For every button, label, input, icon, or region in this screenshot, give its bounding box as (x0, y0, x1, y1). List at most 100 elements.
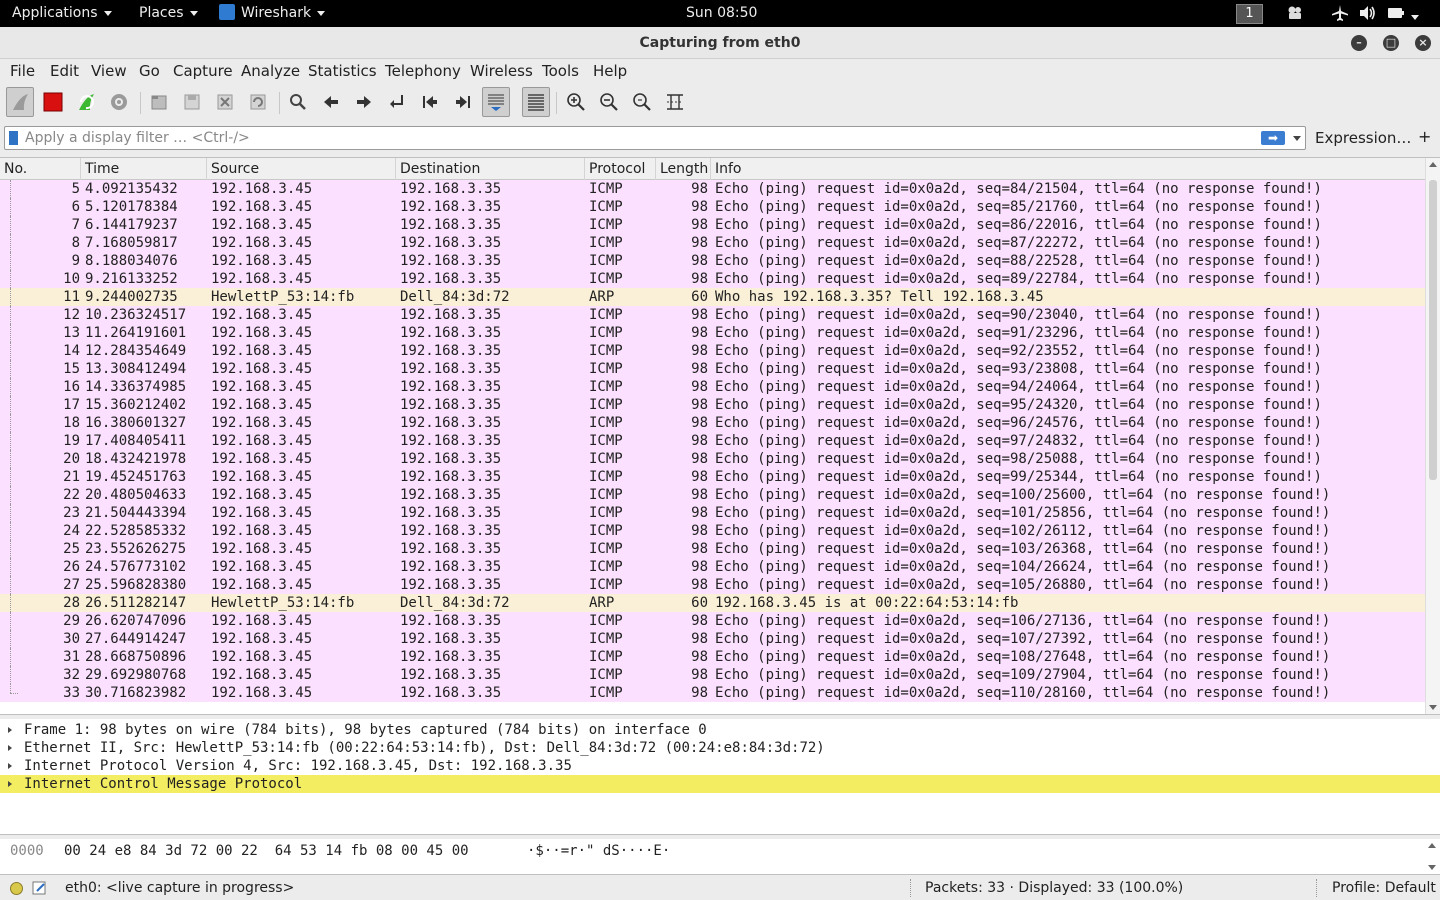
packet-row[interactable]: 22 20.480504633 192.168.3.45 192.168.3.35 IC… (0, 486, 1425, 504)
column-header-source[interactable]: Source (207, 158, 396, 180)
menu-wireless[interactable]: Wireless (470, 62, 533, 80)
packet-row[interactable]: 7 6.144179237 192.168.3.45 192.168.3.35 ICMP… (0, 216, 1425, 234)
packet-row[interactable]: 25 23.552626275 192.168.3.45 192.168.3.35 IC… (0, 540, 1425, 558)
filter-field[interactable]: ➡ (4, 126, 1306, 150)
airplane-mode-icon[interactable] (1331, 0, 1349, 27)
packet-row[interactable]: 8 7.168059817 192.168.3.45 192.168.3.35 ICMP… (0, 234, 1425, 252)
packet-row[interactable]: 16 14.336374985 192.168.3.45 192.168.3.35 IC… (0, 378, 1425, 396)
packet-row[interactable]: 18 16.380601327 192.168.3.45 192.168.3.35 IC… (0, 414, 1425, 432)
capture-comment-icon[interactable] (32, 880, 48, 896)
volume-icon[interactable] (1359, 0, 1377, 27)
menu-statistics[interactable]: Statistics (308, 62, 377, 80)
packet-list-scrollbar[interactable] (1425, 158, 1440, 714)
apply-filter-arrow-icon[interactable]: ➡ (1261, 131, 1285, 145)
menu-edit[interactable]: Edit (50, 62, 79, 80)
zoom-out-icon[interactable] (595, 87, 623, 117)
first-packet-icon[interactable] (416, 87, 444, 117)
menu-help[interactable]: Help (593, 62, 627, 80)
bookmark-icon[interactable] (9, 131, 18, 145)
packet-row[interactable]: 29 26.620747096 192.168.3.45 192.168.3.35 IC… (0, 612, 1425, 630)
packet-row[interactable]: 32 29.692980768 192.168.3.45 192.168.3.35 IC… (0, 666, 1425, 684)
restart-capture-icon[interactable] (72, 87, 100, 117)
filter-history-dropdown-icon[interactable] (1293, 136, 1301, 141)
scroll-up-icon[interactable] (1429, 162, 1437, 167)
autoscroll-icon[interactable] (482, 87, 510, 117)
menu-capture[interactable]: Capture (173, 62, 233, 80)
find-packet-icon[interactable] (284, 87, 312, 117)
close-button[interactable]: × (1415, 35, 1431, 51)
colorize-icon[interactable] (522, 87, 550, 117)
scroll-up-icon[interactable] (1428, 843, 1436, 848)
capture-options-icon[interactable] (105, 87, 133, 117)
stop-capture-icon[interactable] (39, 87, 67, 117)
bytes-hex[interactable]: 00 24 e8 84 3d 72 00 22 64 53 14 fb 08 0… (64, 842, 469, 860)
menu-view[interactable]: View (91, 62, 127, 80)
scrollbar-thumb[interactable] (1429, 180, 1437, 480)
detail-row-ipv4[interactable]: Internet Protocol Version 4, Src: 192.16… (0, 757, 1440, 775)
applications-menu[interactable]: Applications (12, 0, 112, 27)
expand-arrow-icon[interactable] (8, 727, 12, 733)
display-filter-input[interactable] (25, 127, 1255, 149)
packet-row[interactable]: 30 27.644914247 192.168.3.45 192.168.3.35 IC… (0, 630, 1425, 648)
menu-file[interactable]: File (10, 62, 35, 80)
menu-go[interactable]: Go (139, 62, 160, 80)
packet-row[interactable]: 26 24.576773102 192.168.3.45 192.168.3.35 IC… (0, 558, 1425, 576)
open-file-icon[interactable] (145, 87, 173, 117)
packet-row[interactable]: 28 26.511282147 HewlettP_53:14:fb Dell_84:3… (0, 594, 1425, 612)
maximize-button[interactable]: □ (1383, 35, 1399, 51)
packet-row[interactable]: 10 9.216133252 192.168.3.45 192.168.3.35 ICM… (0, 270, 1425, 288)
power-menu[interactable] (1387, 0, 1419, 27)
packet-row[interactable]: 14 12.284354649 192.168.3.45 192.168.3.35 IC… (0, 342, 1425, 360)
close-file-icon[interactable] (211, 87, 239, 117)
expand-arrow-icon[interactable] (8, 763, 12, 769)
detail-row-icmp[interactable]: Internet Control Message Protocol (0, 775, 1440, 793)
reload-file-icon[interactable] (244, 87, 272, 117)
packet-row[interactable]: 21 19.452451763 192.168.3.45 192.168.3.35 IC… (0, 468, 1425, 486)
video-icon[interactable] (1287, 0, 1305, 27)
last-packet-icon[interactable] (449, 87, 477, 117)
packet-row[interactable]: 6 5.120178384 192.168.3.45 192.168.3.35 ICMP… (0, 198, 1425, 216)
packet-row[interactable]: 19 17.408405411 192.168.3.45 192.168.3.35 IC… (0, 432, 1425, 450)
packet-row[interactable]: 5 4.092135432 192.168.3.45 192.168.3.35 ICMP… (0, 180, 1425, 198)
clock[interactable]: Sun 08:50 (686, 0, 757, 27)
normal-size-icon[interactable] (628, 87, 656, 117)
expand-arrow-icon[interactable] (8, 745, 12, 751)
packet-row[interactable]: 9 8.188034076 192.168.3.45 192.168.3.35 ICMP… (0, 252, 1425, 270)
packet-row[interactable]: 17 15.360212402 192.168.3.45 192.168.3.35 IC… (0, 396, 1425, 414)
profile-label[interactable]: Profile: Default (1332, 880, 1436, 896)
scroll-down-icon[interactable] (1428, 865, 1436, 870)
expand-arrow-icon[interactable] (8, 781, 12, 787)
expression-button[interactable]: Expression… (1315, 129, 1411, 147)
detail-row-ethernet[interactable]: Ethernet II, Src: HewlettP_53:14:fb (00:… (0, 739, 1440, 757)
packet-row[interactable]: 12 10.236324517 192.168.3.45 192.168.3.35 IC… (0, 306, 1425, 324)
packet-details-tree[interactable]: Frame 1: 98 bytes on wire (784 bits), 98… (0, 719, 1440, 835)
workspace-indicator[interactable]: 1 (1236, 0, 1263, 27)
window-titlebar[interactable]: Capturing from eth0 – □ × (0, 27, 1440, 59)
packet-row[interactable]: 27 25.596828380 192.168.3.45 192.168.3.35 IC… (0, 576, 1425, 594)
app-menu[interactable]: Wireshark (219, 0, 326, 27)
menu-analyze[interactable]: Analyze (241, 62, 300, 80)
expert-info-led-icon[interactable] (10, 882, 23, 895)
shark-fin-start-icon[interactable] (6, 87, 34, 117)
packet-list[interactable]: No. Time Source Destination Protocol Len… (0, 157, 1440, 715)
save-file-icon[interactable] (178, 87, 206, 117)
packet-row[interactable]: 11 9.244002735 HewlettP_53:14:fb Dell_84:3d… (0, 288, 1425, 306)
minimize-button[interactable]: – (1351, 35, 1367, 51)
column-header-protocol[interactable]: Protocol (585, 158, 656, 180)
column-header-destination[interactable]: Destination (396, 158, 585, 180)
packet-row[interactable]: 33 30.716823982 192.168.3.45 192.168.3.35 IC… (0, 684, 1425, 702)
detail-row-frame[interactable]: Frame 1: 98 bytes on wire (784 bits), 98… (0, 721, 1440, 739)
column-header-time[interactable]: Time (81, 158, 207, 180)
column-header-no[interactable]: No. (0, 158, 81, 180)
places-menu[interactable]: Places (139, 0, 198, 27)
column-header-info[interactable]: Info (711, 158, 1425, 180)
packet-row[interactable]: 20 18.432421978 192.168.3.45 192.168.3.35 IC… (0, 450, 1425, 468)
scroll-down-icon[interactable] (1429, 705, 1437, 710)
go-to-packet-icon[interactable] (383, 87, 411, 117)
bytes-ascii[interactable]: ·$··=r·" dS····E· (527, 842, 670, 860)
resize-columns-icon[interactable] (661, 87, 689, 117)
zoom-in-icon[interactable] (562, 87, 590, 117)
go-forward-icon[interactable] (350, 87, 378, 117)
packet-row[interactable]: 13 11.264191601 192.168.3.45 192.168.3.35 IC… (0, 324, 1425, 342)
packet-row[interactable]: 31 28.668750896 192.168.3.45 192.168.3.35 IC… (0, 648, 1425, 666)
